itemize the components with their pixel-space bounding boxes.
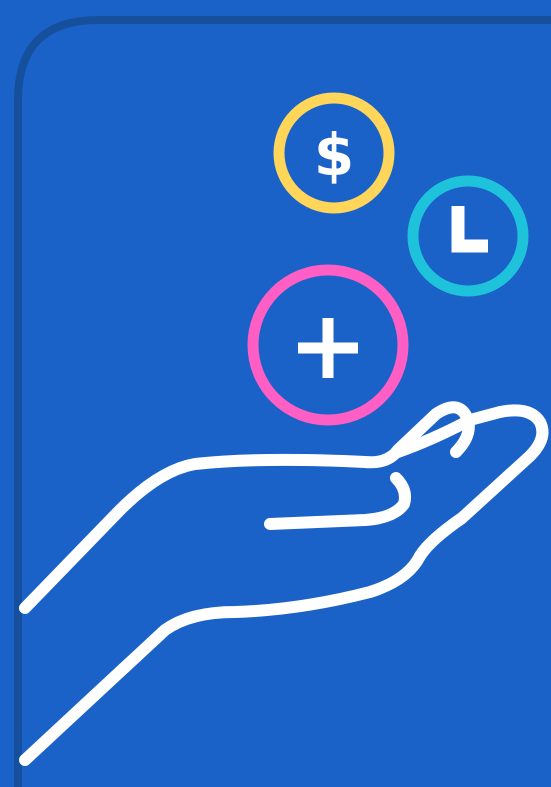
- open-hand-icon: [19, 401, 549, 766]
- clock-icon: [407, 175, 529, 297]
- plus-icon: [247, 264, 409, 426]
- illustration-card: $: [0, 0, 551, 787]
- benefits-illustration: $: [14, 16, 551, 787]
- dollar-coin-icon: $: [273, 92, 395, 214]
- svg-text:$: $: [314, 121, 354, 189]
